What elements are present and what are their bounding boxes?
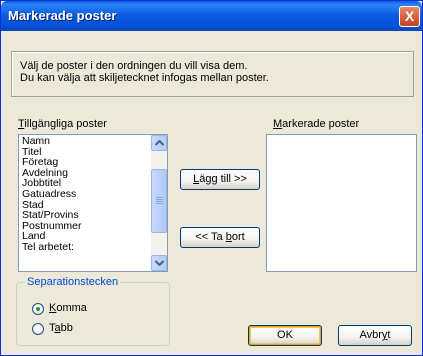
list-item[interactable]: Namn	[22, 136, 82, 147]
chevron-down-icon	[155, 260, 164, 266]
dialog-window: Markerade poster X Välj de poster i den …	[0, 0, 423, 356]
close-button[interactable]: X	[399, 6, 420, 27]
instructions-panel: Välj de poster i den ordningen du vill v…	[11, 51, 414, 97]
window-title: Markerade poster	[8, 8, 117, 23]
list-item[interactable]: Gatuadress	[22, 189, 82, 200]
radio-comma-label[interactable]: Komma	[49, 302, 87, 314]
radio-comma[interactable]	[32, 303, 44, 315]
separator-group-title: Separationstecken	[25, 276, 121, 288]
ok-button[interactable]: OK	[248, 325, 322, 346]
available-list-scrollbar[interactable]	[151, 135, 167, 271]
radio-tab-label[interactable]: Tabb	[49, 322, 73, 334]
add-button[interactable]: Lägg till >>	[180, 169, 260, 190]
list-item[interactable]: Tel arbetet:	[22, 242, 82, 253]
separator-group: Separationstecken Komma Tabb	[16, 276, 170, 346]
selected-fields-list[interactable]	[266, 134, 417, 272]
radio-tab[interactable]	[32, 323, 44, 335]
chevron-up-icon	[155, 140, 164, 146]
radio-selected-dot	[36, 307, 40, 311]
title-bar[interactable]: Markerade poster X	[1, 1, 422, 31]
available-fields-list[interactable]: Namn Titel Företag Avdelning Jobbtitel Gatuad…	[18, 134, 168, 272]
scroll-thumb[interactable]	[151, 169, 167, 233]
cancel-button[interactable]: Avbryt	[338, 325, 412, 346]
remove-button[interactable]: << Ta bort	[180, 227, 260, 248]
instructions-line-1: Välj de poster i den ordningen du vill v…	[20, 60, 248, 72]
available-fields-label: Tillgängliga poster	[18, 118, 107, 130]
instructions-line-2: Du kan välja att skiljetecknet infogas m…	[20, 72, 269, 84]
scroll-up-button[interactable]	[151, 135, 167, 151]
close-icon: X	[404, 8, 415, 24]
selected-fields-label: Markerade poster	[273, 118, 360, 130]
scroll-down-button[interactable]	[151, 255, 167, 271]
